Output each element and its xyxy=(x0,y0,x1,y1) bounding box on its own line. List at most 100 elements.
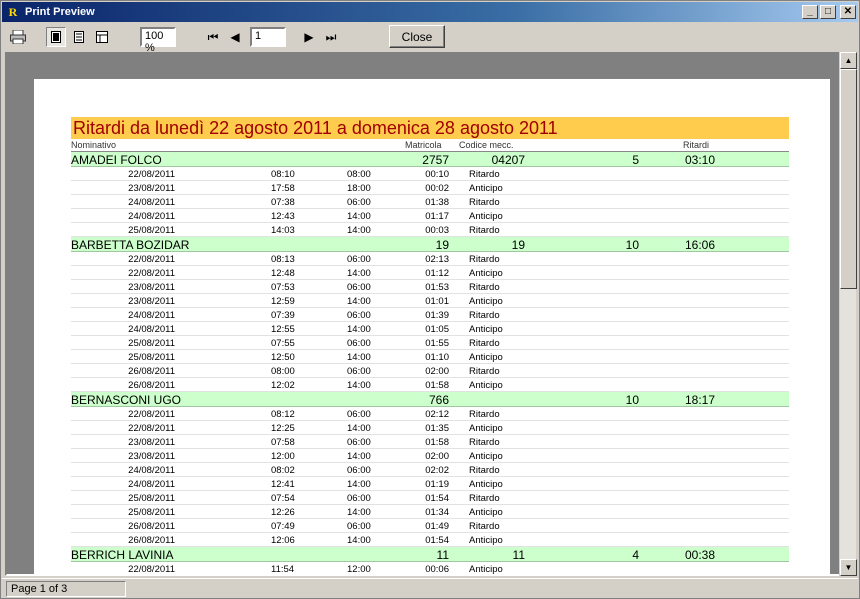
detail-type: Anticipo xyxy=(469,211,503,222)
detail-scheduled-time: 06:00 xyxy=(347,437,371,448)
next-page-icon[interactable]: ▶ xyxy=(298,27,320,47)
detail-row: 22/08/2011 08:12 06:00 02:12 Ritardo xyxy=(71,407,789,421)
detail-difference: 01:39 xyxy=(425,310,449,321)
group-count: 5 xyxy=(632,153,639,167)
detail-actual-time: 17:58 xyxy=(271,183,295,194)
group-codice: 04207 xyxy=(491,153,525,167)
detail-actual-time: 12:43 xyxy=(271,211,295,222)
detail-row: 22/08/2011 12:25 14:00 01:35 Anticipo xyxy=(71,421,789,435)
toolbar: 100 % ⏮ ◀ 1 ▶ ⏭ Close xyxy=(2,23,858,54)
detail-scheduled-time: 06:00 xyxy=(347,493,371,504)
previous-page-icon[interactable]: ◀ xyxy=(224,27,246,47)
detail-actual-time: 12:25 xyxy=(271,423,295,434)
close-window-button[interactable]: ✕ xyxy=(840,5,856,19)
detail-difference: 01:53 xyxy=(425,282,449,293)
detail-date: 25/08/2011 xyxy=(128,493,175,504)
page-number-field[interactable]: 1 xyxy=(250,27,286,47)
detail-row: 25/08/2011 12:50 14:00 01:10 Anticipo xyxy=(71,350,789,364)
detail-row: 26/08/2011 12:06 14:00 01:54 Anticipo xyxy=(71,533,789,547)
detail-date: 25/08/2011 xyxy=(128,352,175,363)
detail-date: 24/08/2011 xyxy=(128,310,175,321)
group-count: 4 xyxy=(632,548,639,562)
detail-type: Ritardo xyxy=(469,437,500,448)
detail-scheduled-time: 06:00 xyxy=(347,282,371,293)
scrollbar-thumb[interactable] xyxy=(840,69,857,289)
detail-scheduled-time: 06:00 xyxy=(347,465,371,476)
group-codice: 19 xyxy=(511,238,525,252)
detail-difference: 02:00 xyxy=(425,451,449,462)
detail-row: 23/08/2011 12:00 14:00 02:00 Anticipo xyxy=(71,449,789,463)
detail-row: 24/08/2011 07:38 06:00 01:38 Ritardo xyxy=(71,195,789,209)
detail-type: Ritardo xyxy=(469,169,500,180)
title-bar: R Print Preview _ □ ✕ xyxy=(2,2,858,22)
group-matricola: 11 xyxy=(436,548,449,562)
report: Ritardi da lunedì 22 agosto 2011 a domen… xyxy=(71,117,789,575)
group-name: BERRICH LAVINIA xyxy=(71,548,174,562)
detail-difference: 01:34 xyxy=(425,507,449,518)
detail-row: 23/08/2011 07:58 06:00 01:58 Ritardo xyxy=(71,435,789,449)
report-title: Ritardi da lunedì 22 agosto 2011 a domen… xyxy=(71,117,789,139)
close-button[interactable]: Close xyxy=(389,25,445,48)
detail-type: Ritardo xyxy=(469,197,500,208)
detail-actual-time: 07:53 xyxy=(271,282,295,293)
detail-scheduled-time: 14:00 xyxy=(347,507,371,518)
one-page-view-icon[interactable] xyxy=(46,27,66,47)
detail-difference: 01:58 xyxy=(425,380,449,391)
detail-row: 23/08/2011 07:53 06:00 01:53 Ritardo xyxy=(71,280,789,294)
group-count: 10 xyxy=(625,238,639,252)
detail-type: Anticipo xyxy=(469,451,503,462)
two-page-view-icon[interactable] xyxy=(69,27,89,47)
detail-scheduled-time: 14:00 xyxy=(347,211,371,222)
printer-icon[interactable] xyxy=(8,27,28,47)
zoom-field[interactable]: 100 % xyxy=(140,27,176,54)
detail-type: Ritardo xyxy=(469,254,500,265)
detail-type: Ritardo xyxy=(469,465,500,476)
detail-actual-time: 12:00 xyxy=(271,451,295,462)
scroll-down-icon[interactable]: ▼ xyxy=(840,559,857,576)
detail-scheduled-time: 14:00 xyxy=(347,268,371,279)
detail-type: Ritardo xyxy=(469,493,500,504)
detail-scheduled-time: 06:00 xyxy=(347,338,371,349)
group-matricola: 19 xyxy=(435,238,449,252)
detail-type: Ritardo xyxy=(469,282,500,293)
detail-row: 25/08/2011 14:03 14:00 00:03 Ritardo xyxy=(71,223,789,237)
preview-area[interactable]: Ritardi da lunedì 22 agosto 2011 a domen… xyxy=(5,52,841,576)
detail-type: Ritardo xyxy=(469,521,500,532)
group-name: BERNASCONI UGO xyxy=(71,393,182,407)
detail-date: 23/08/2011 xyxy=(128,437,175,448)
detail-row: 22/08/2011 08:10 08:00 00:10 Ritardo xyxy=(71,167,789,181)
detail-date: 22/08/2011 xyxy=(128,409,175,420)
maximize-button[interactable]: □ xyxy=(820,5,836,19)
multi-page-view-icon[interactable] xyxy=(92,27,112,47)
detail-row: 23/08/2011 12:59 14:00 01:01 Anticipo xyxy=(71,294,789,308)
detail-actual-time: 12:50 xyxy=(271,352,295,363)
group-row: BERRICH LAVINIA 11 11 4 00:38 xyxy=(71,547,789,562)
detail-actual-time: 07:49 xyxy=(271,521,295,532)
detail-actual-time: 14:03 xyxy=(271,225,295,236)
detail-actual-time: 11:54 xyxy=(271,564,295,575)
group-matricola: 2757 xyxy=(422,153,449,167)
detail-type: Ritardo xyxy=(469,409,500,420)
detail-type: Anticipo xyxy=(469,507,503,518)
detail-type: Ritardo xyxy=(469,310,500,321)
detail-difference: 01:49 xyxy=(425,521,449,532)
detail-actual-time: 12:41 xyxy=(271,479,295,490)
detail-date: 24/08/2011 xyxy=(128,479,175,490)
minimize-button[interactable]: _ xyxy=(802,5,818,19)
detail-date: 24/08/2011 xyxy=(128,324,175,335)
vertical-scrollbar[interactable]: ▲ ▼ xyxy=(839,52,857,576)
scroll-up-icon[interactable]: ▲ xyxy=(840,52,857,69)
groups-container: AMADEI FOLCO 2757 04207 5 03:10 22/08/2011 08:… xyxy=(71,152,789,575)
last-page-icon[interactable]: ⏭ xyxy=(320,27,342,47)
detail-row: 23/08/2011 17:58 18:00 00:02 Anticipo xyxy=(71,181,789,195)
detail-date: 25/08/2011 xyxy=(128,507,175,518)
detail-row: 24/08/2011 12:41 14:00 01:19 Anticipo xyxy=(71,477,789,491)
detail-type: Anticipo xyxy=(469,479,503,490)
detail-type: Anticipo xyxy=(469,352,503,363)
detail-actual-time: 07:39 xyxy=(271,310,295,321)
group-count: 10 xyxy=(625,393,639,407)
detail-date: 26/08/2011 xyxy=(128,535,175,546)
detail-actual-time: 12:26 xyxy=(271,507,295,518)
detail-date: 22/08/2011 xyxy=(128,169,175,180)
first-page-icon[interactable]: ⏮ xyxy=(202,27,224,47)
